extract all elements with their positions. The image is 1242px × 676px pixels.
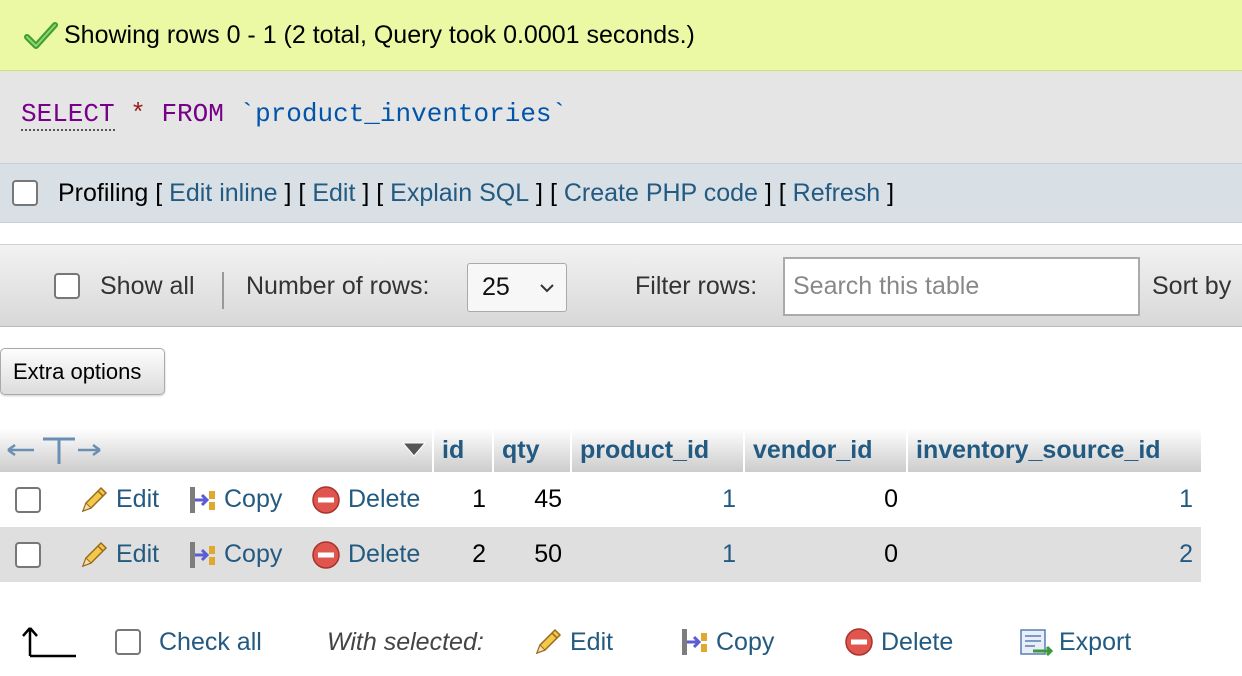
bulk-edit-label: Edit bbox=[570, 627, 614, 656]
table-row: Edit Copy Delete 2 50 1 0 2 bbox=[0, 527, 1201, 582]
filter-rows-label: Filter rows: bbox=[635, 272, 758, 300]
cell-id: 2 bbox=[472, 540, 486, 568]
column-header-qty[interactable]: qty bbox=[492, 428, 570, 472]
pencil-icon bbox=[81, 541, 108, 567]
cell-product-id[interactable]: 1 bbox=[570, 527, 736, 582]
success-message-text: Showing rows 0 - 1 (2 total, Query took … bbox=[64, 20, 695, 49]
cell-vendor-id: 0 bbox=[884, 485, 898, 513]
bulk-actions-bar: Check all With selected: Edit Copy Delet… bbox=[0, 612, 1242, 672]
check-all-label[interactable]: Check all bbox=[159, 612, 262, 672]
pencil-icon bbox=[535, 628, 562, 655]
bracket: ] [ bbox=[757, 178, 793, 207]
sql-query: SELECT * FROM `product_inventories` bbox=[21, 99, 568, 131]
row-delete-label: Delete bbox=[348, 485, 421, 513]
bulk-export-button[interactable]: Export bbox=[1019, 612, 1131, 672]
sql-select-keyword[interactable]: SELECT bbox=[21, 99, 115, 131]
results-table: id qty product_id vendor_id inventory_so… bbox=[0, 428, 1201, 582]
navigation-bar: Show all Number of rows: 25 Filter rows:… bbox=[0, 244, 1242, 327]
sql-query-box: SELECT * FROM `product_inventories` bbox=[0, 71, 1242, 163]
cell-qty: 50 bbox=[534, 540, 562, 568]
check-icon bbox=[24, 22, 58, 49]
row-edit-label: Edit bbox=[116, 485, 160, 513]
sql-star: * bbox=[130, 99, 146, 129]
sort-by-label: Sort by bbox=[1152, 272, 1232, 300]
create-php-code-link[interactable]: Create PHP code bbox=[564, 179, 758, 208]
column-arrows-icon[interactable] bbox=[6, 436, 102, 466]
bulk-export-label: Export bbox=[1059, 627, 1132, 656]
delete-icon bbox=[312, 485, 340, 514]
row-edit-label: Edit bbox=[116, 540, 160, 568]
refresh-link[interactable]: Refresh bbox=[793, 179, 881, 208]
row-delete-label: Delete bbox=[348, 540, 421, 568]
bracket: ] [ bbox=[529, 178, 564, 207]
copy-icon bbox=[190, 486, 215, 513]
bulk-copy-label: Copy bbox=[716, 627, 775, 656]
bulk-edit-button[interactable]: Edit bbox=[532, 612, 613, 672]
with-selected-label: With selected: bbox=[327, 627, 484, 656]
rows-per-page-select[interactable]: 25 bbox=[467, 263, 567, 312]
bracket: [ bbox=[148, 178, 170, 207]
row-copy-action[interactable]: Copy bbox=[186, 472, 282, 527]
cell-product-id[interactable]: 1 bbox=[570, 472, 736, 527]
row-delete-action[interactable]: Delete bbox=[310, 472, 420, 527]
cell-inventory-source-id[interactable]: 2 bbox=[906, 527, 1193, 582]
table-header: id qty product_id vendor_id inventory_so… bbox=[0, 428, 1201, 472]
table-row: Edit Copy Delete 1 45 1 0 1 bbox=[0, 472, 1201, 527]
edit-link[interactable]: Edit bbox=[312, 179, 355, 208]
row-edit-action[interactable]: Edit bbox=[78, 472, 159, 527]
export-icon bbox=[1020, 629, 1053, 657]
cell-inventory-source-id[interactable]: 1 bbox=[906, 472, 1193, 527]
chevron-down-icon bbox=[540, 284, 554, 293]
arrow-up-left-icon bbox=[22, 627, 76, 658]
search-table-input[interactable] bbox=[783, 257, 1140, 316]
number-of-rows-label: Number of rows: bbox=[246, 272, 430, 300]
delete-icon bbox=[312, 540, 340, 569]
show-all-label[interactable]: Show all bbox=[100, 245, 195, 328]
divider bbox=[222, 272, 224, 309]
pencil-icon bbox=[81, 486, 108, 512]
column-header-id[interactable]: id bbox=[432, 428, 492, 472]
row-edit-action[interactable]: Edit bbox=[78, 527, 159, 582]
sort-triangle-icon[interactable] bbox=[402, 442, 426, 458]
cell-vendor-id: 0 bbox=[884, 540, 898, 568]
sql-table-name: `product_inventories` bbox=[239, 99, 568, 129]
bracket: ] [ bbox=[355, 178, 391, 207]
copy-icon bbox=[190, 541, 215, 568]
explain-sql-link[interactable]: Explain SQL bbox=[390, 179, 529, 208]
bulk-copy-button[interactable]: Copy bbox=[678, 612, 774, 672]
extra-options-button[interactable]: Extra options bbox=[0, 348, 165, 395]
bracket: ] bbox=[880, 178, 895, 207]
row-checkbox[interactable] bbox=[15, 542, 41, 568]
row-copy-label: Copy bbox=[224, 485, 283, 513]
profiling-checkbox[interactable] bbox=[12, 180, 38, 206]
sql-from-keyword: FROM bbox=[161, 99, 224, 129]
profiling-bar: Profiling [ Edit inline ] [ Edit ] [ Exp… bbox=[0, 163, 1242, 223]
check-all-checkbox[interactable] bbox=[115, 629, 141, 655]
profiling-label: Profiling bbox=[58, 178, 149, 207]
bulk-delete-button[interactable]: Delete bbox=[843, 612, 953, 672]
bracket: ] [ bbox=[277, 178, 313, 207]
row-checkbox[interactable] bbox=[15, 487, 41, 513]
cell-id: 1 bbox=[472, 485, 486, 513]
success-message-bar: Showing rows 0 - 1 (2 total, Query took … bbox=[0, 0, 1242, 71]
column-header-vendor-id[interactable]: vendor_id bbox=[743, 428, 906, 472]
cell-qty: 45 bbox=[534, 485, 562, 513]
column-header-inventory-source-id[interactable]: inventory_source_id bbox=[906, 428, 1201, 472]
row-copy-label: Copy bbox=[224, 540, 283, 568]
show-all-checkbox[interactable] bbox=[54, 273, 80, 299]
row-copy-action[interactable]: Copy bbox=[186, 527, 282, 582]
delete-icon bbox=[845, 628, 873, 656]
edit-inline-link[interactable]: Edit inline bbox=[169, 179, 277, 208]
row-delete-action[interactable]: Delete bbox=[310, 527, 420, 582]
column-header-product-id[interactable]: product_id bbox=[570, 428, 743, 472]
copy-icon bbox=[682, 629, 707, 655]
rows-per-page-value: 25 bbox=[482, 273, 510, 301]
bulk-delete-label: Delete bbox=[881, 627, 954, 656]
